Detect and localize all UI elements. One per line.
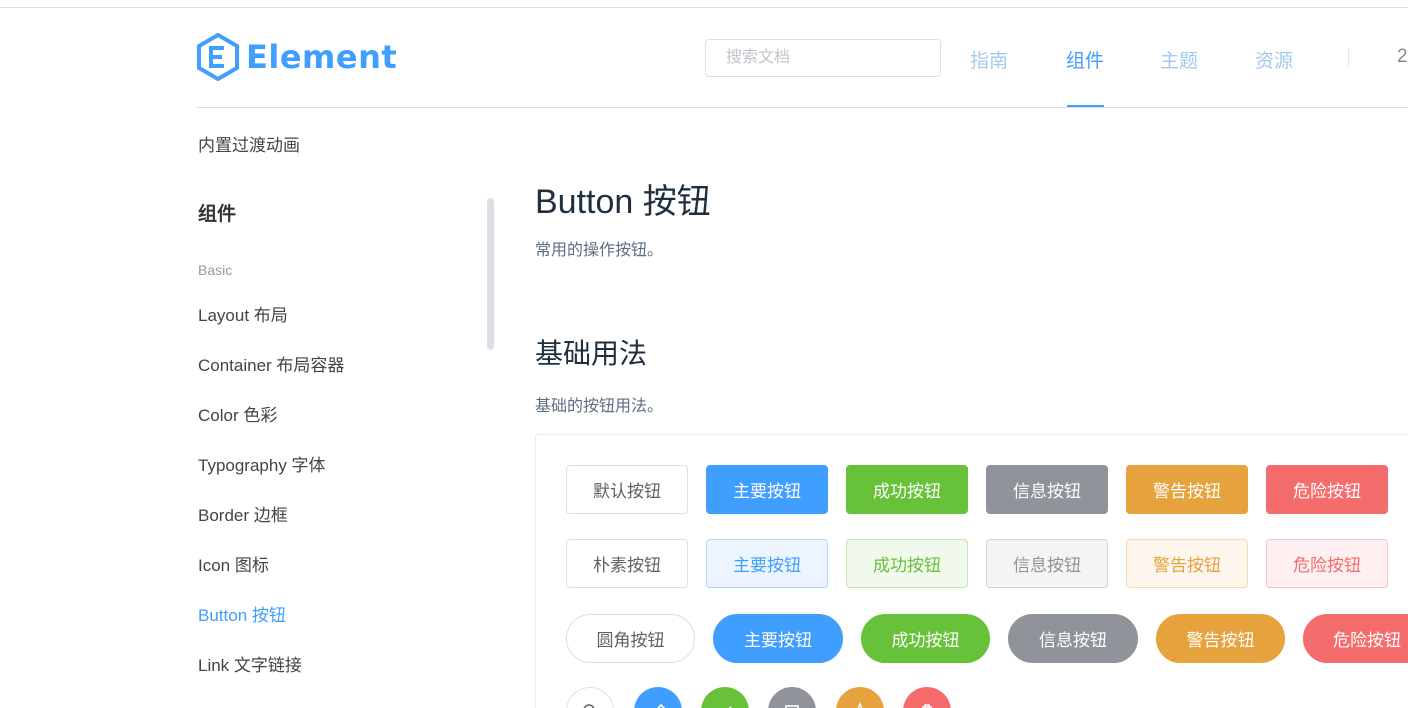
sidebar-subgroup-title: Basic	[198, 262, 233, 278]
page-title: Button 按钮	[535, 183, 711, 221]
danger-button[interactable]: 危险按钮	[1266, 465, 1388, 514]
info-button[interactable]: 信息按钮	[986, 465, 1108, 514]
round-warning-button[interactable]: 警告按钮	[1156, 614, 1285, 663]
sidebar-scrollbar[interactable]	[487, 198, 494, 350]
round-primary-button[interactable]: 主要按钮	[713, 614, 843, 663]
plain-info-button[interactable]: 信息按钮	[986, 539, 1108, 588]
sidebar-item-color[interactable]: Color 色彩	[198, 401, 277, 426]
round-danger-button[interactable]: 危险按钮	[1303, 614, 1408, 663]
primary-button[interactable]: 主要按钮	[706, 465, 828, 514]
sidebar-item-icon[interactable]: Icon 图标	[198, 551, 269, 576]
message-icon	[785, 705, 799, 708]
check-icon	[728, 706, 732, 708]
success-button[interactable]: 成功按钮	[846, 465, 968, 514]
plain-button[interactable]: 朴素按钮	[566, 539, 688, 588]
sidebar-item-link[interactable]: Link 文字链接	[198, 651, 302, 676]
round-success-button[interactable]: 成功按钮	[861, 614, 990, 663]
search-icon	[583, 704, 595, 708]
nav-divider	[1348, 48, 1349, 68]
warning-button[interactable]: 警告按钮	[1126, 465, 1248, 514]
default-button[interactable]: 默认按钮	[566, 465, 688, 514]
header-divider	[197, 107, 1408, 108]
plain-warning-button[interactable]: 警告按钮	[1126, 539, 1248, 588]
logo-text: Element	[246, 38, 398, 76]
nav-version[interactable]: 2	[1397, 46, 1408, 68]
sidebar-item-layout[interactable]: Layout 布局	[198, 301, 288, 326]
round-info-button[interactable]: 信息按钮	[1008, 614, 1138, 663]
plain-success-button[interactable]: 成功按钮	[846, 539, 968, 588]
sidebar-item-container[interactable]: Container 布局容器	[198, 351, 344, 376]
section-title: 基础用法	[535, 338, 648, 369]
nav-resources[interactable]: 资源	[1255, 46, 1293, 73]
section-description: 基础的按钮用法。	[535, 398, 664, 415]
sidebar-item-typography[interactable]: Typography 字体	[198, 451, 326, 476]
delete-icon	[922, 704, 932, 708]
plain-primary-button[interactable]: 主要按钮	[706, 539, 828, 588]
search-input[interactable]	[705, 39, 941, 77]
nav-components[interactable]: 组件	[1066, 46, 1104, 73]
sidebar-item-button[interactable]: Button 按钮	[198, 601, 286, 626]
sidebar-item-border[interactable]: Border 边框	[198, 501, 288, 526]
plain-danger-button[interactable]: 危险按钮	[1266, 539, 1388, 588]
logo[interactable]: Element	[196, 33, 397, 81]
page-description: 常用的操作按钮。	[535, 242, 664, 259]
sidebar-item-transition[interactable]: 内置过渡动画	[198, 131, 300, 156]
star-icon	[857, 702, 863, 708]
edit-icon	[656, 703, 666, 708]
nav-guide[interactable]: 指南	[970, 46, 1008, 73]
nav-theme[interactable]: 主题	[1160, 46, 1198, 73]
element-logo-icon	[197, 33, 239, 81]
round-button[interactable]: 圆角按钮	[566, 614, 695, 663]
sidebar-group-title: 组件	[198, 204, 237, 225]
